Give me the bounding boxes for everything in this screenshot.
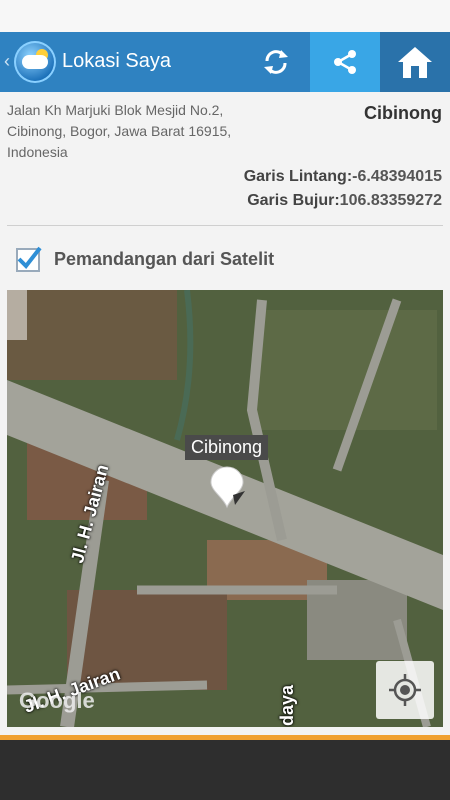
crosshair-icon (389, 674, 421, 706)
longitude-label: Garis Bujur: (247, 192, 340, 209)
satellite-map[interactable]: Cibinong Jl. H. Jairan Jl. H. Jairan day… (7, 290, 443, 727)
zoom-controls[interactable] (7, 290, 27, 340)
google-logo: Google (19, 688, 95, 713)
address-text: Jalan Kh Marjuki Blok Mesjid No.2, Cibin… (7, 102, 232, 160)
cloud-icon (22, 55, 48, 69)
action-bar: ‹ Lokasi Saya (0, 32, 450, 92)
weather-app-icon[interactable] (14, 41, 56, 83)
share-button[interactable] (310, 32, 380, 92)
longitude-value: 106.83359272 (339, 192, 442, 209)
chevron-left-icon[interactable]: ‹ (4, 51, 10, 71)
bottom-bar (0, 735, 450, 800)
longitude: Garis Bujur:106.83359272 (247, 192, 442, 210)
share-icon (334, 50, 356, 74)
marker-label: Cibinong (185, 435, 269, 460)
satellite-toggle-row[interactable]: Pemandangan dari Satelit (0, 240, 450, 280)
latitude-value: -6.48394015 (352, 168, 442, 185)
map-pin-icon[interactable] (207, 465, 247, 509)
home-button[interactable] (380, 32, 450, 92)
refresh-button[interactable] (242, 32, 310, 92)
home-icon (398, 47, 432, 78)
refresh-icon (264, 50, 288, 74)
accent-line (0, 735, 450, 740)
street-label-3: daya (277, 684, 297, 726)
location-info: Jalan Kh Marjuki Blok Mesjid No.2, Cibin… (0, 92, 450, 232)
latitude-label: Garis Lintang: (243, 168, 353, 185)
my-location-button[interactable] (376, 661, 434, 719)
satellite-label: Pemandangan dari Satelit (54, 249, 275, 269)
satellite-checkbox[interactable] (16, 246, 42, 272)
divider (7, 225, 443, 226)
city-name: Cibinong (364, 103, 442, 123)
latitude: Garis Lintang:-6.48394015 (244, 168, 442, 186)
status-bar (0, 0, 450, 32)
checkmark-icon (17, 246, 42, 270)
page-title: Lokasi Saya (62, 50, 171, 72)
